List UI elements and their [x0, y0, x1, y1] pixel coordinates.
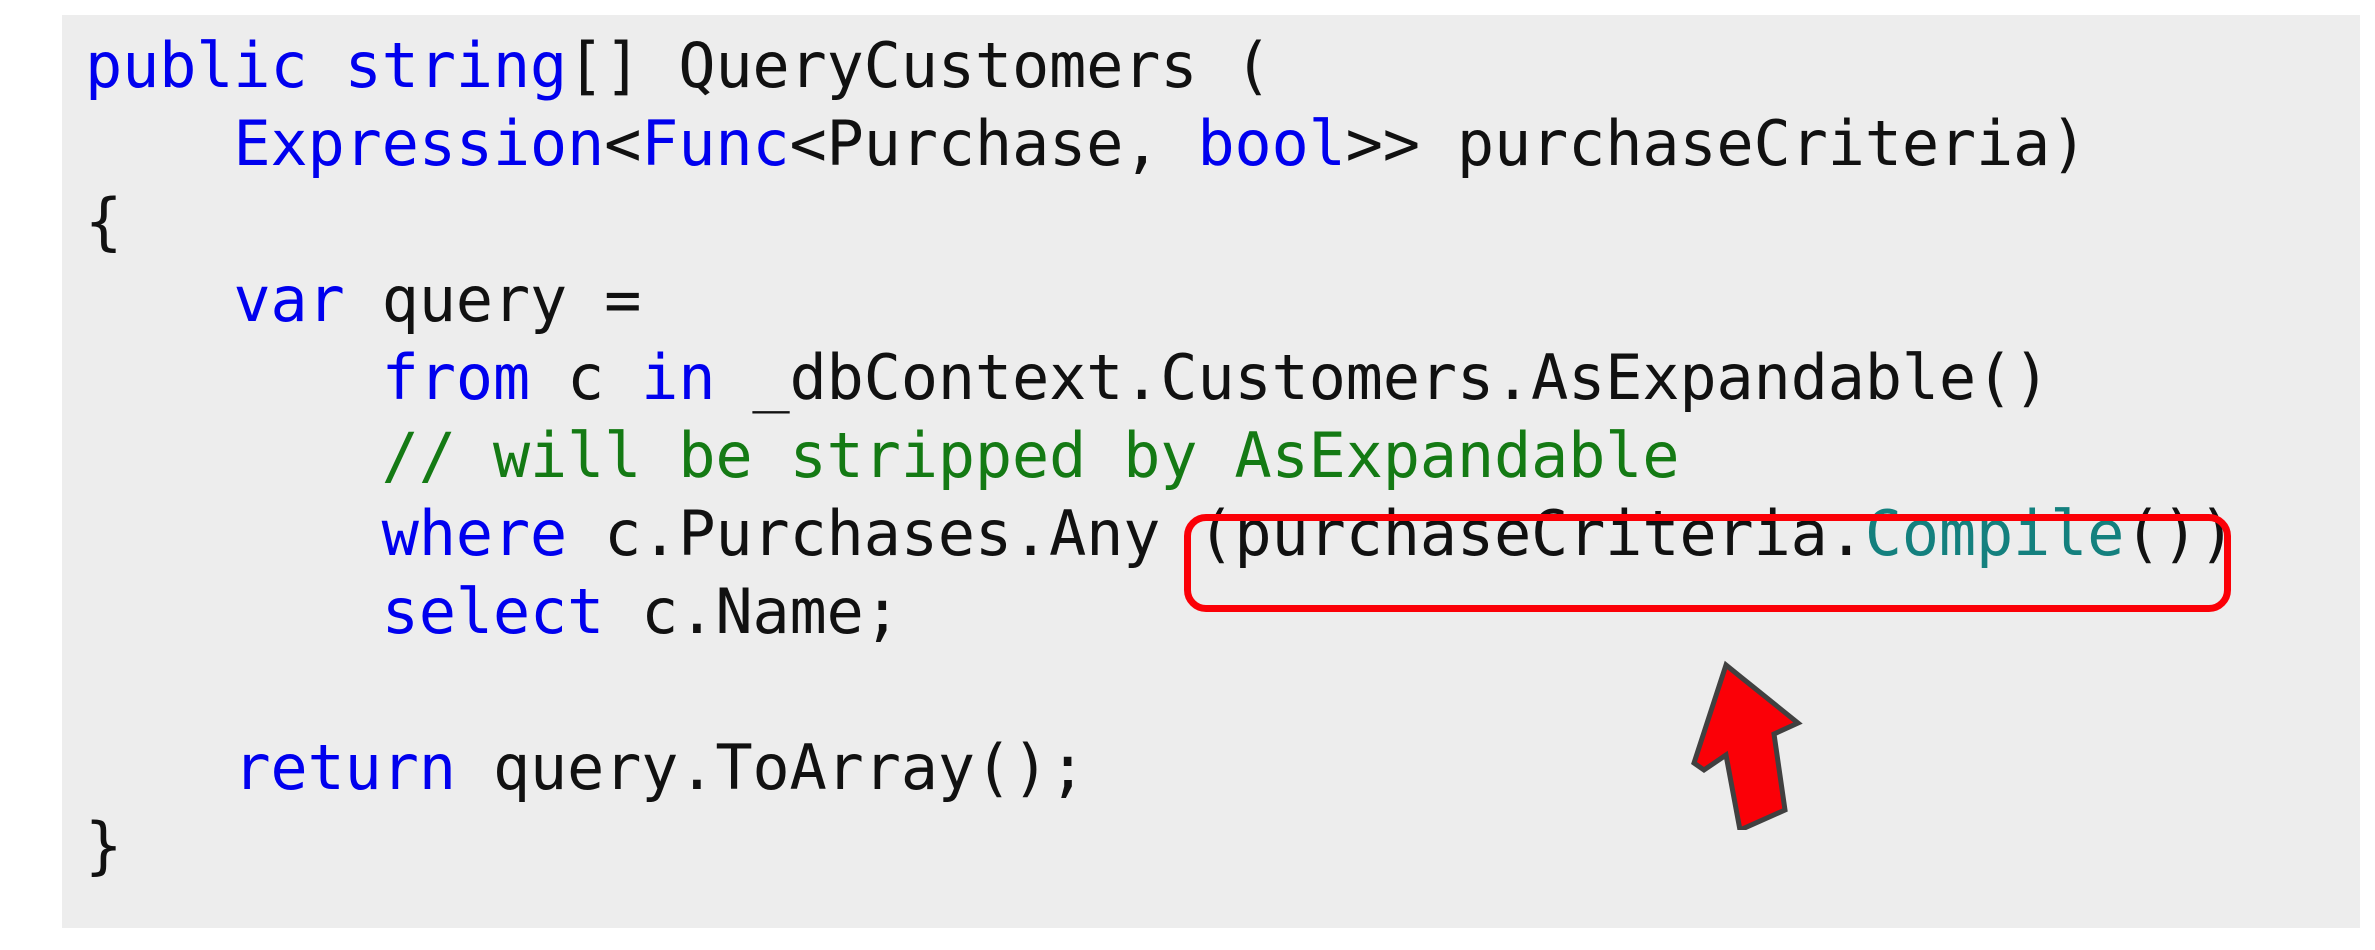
code-token-keyword: var: [233, 263, 345, 336]
code-token-plain: >> purchaseCriteria): [1345, 107, 2088, 180]
code-token-keyword: where: [381, 497, 568, 570]
code-line: select c.Name;: [85, 575, 901, 648]
code-listing: public string[] QueryCustomers ( Express…: [85, 27, 2236, 885]
code-token-keyword: Expression: [233, 107, 605, 180]
code-token-plain: [] QueryCustomers (: [567, 29, 1272, 102]
code-token-plain: <Purchase,: [789, 107, 1198, 180]
code-line: // will be stripped by AsExpandable: [85, 419, 1680, 492]
code-token-plain: c.Purchases.Any (purchaseCriteria.: [567, 497, 1865, 570]
code-token-plain: c: [529, 341, 642, 414]
code-block: public string[] QueryCustomers ( Express…: [62, 15, 2360, 928]
code-token-keyword: return: [233, 731, 456, 804]
code-line: }: [85, 809, 122, 882]
callout-arrow-icon: [1691, 660, 1803, 830]
code-token-keyword: string: [344, 29, 568, 102]
screenshot-canvas: public string[] QueryCustomers ( Express…: [0, 0, 2375, 950]
code-token-plain: {: [85, 185, 123, 258]
code-token-plain: query =: [344, 263, 642, 336]
code-token-method: Compile: [1864, 497, 2125, 570]
code-line: var query =: [85, 263, 641, 336]
code-line: where c.Purchases.Any (purchaseCriteria.…: [85, 497, 2236, 570]
code-token-keyword: in: [641, 341, 716, 414]
code-token-keyword: public: [85, 29, 308, 102]
code-line: Expression<Func<Purchase, bool>> purchas…: [85, 107, 2087, 180]
code-token-plain: _dbContext.Customers.AsExpandable(): [715, 341, 2051, 414]
code-line: public string[] QueryCustomers (: [85, 29, 1272, 102]
code-token-keyword: bool: [1197, 107, 1346, 180]
code-token-plain: c.Name;: [604, 575, 901, 648]
code-token-keyword: from: [381, 341, 531, 414]
code-line: from c in _dbContext.Customers.AsExpanda…: [85, 341, 2051, 414]
code-token-plain: <: [604, 107, 642, 180]
code-token-plain: ()): [2124, 497, 2236, 570]
code-token-plain: }: [85, 809, 123, 882]
code-token-keyword: Func: [641, 107, 790, 180]
code-line: return query.ToArray();: [85, 731, 1086, 804]
code-token-plain: query.ToArray();: [455, 731, 1087, 804]
code-token-keyword: select: [381, 575, 605, 648]
code-token-comment: // will be stripped by AsExpandable: [381, 419, 1680, 492]
code-line: {: [85, 185, 122, 258]
